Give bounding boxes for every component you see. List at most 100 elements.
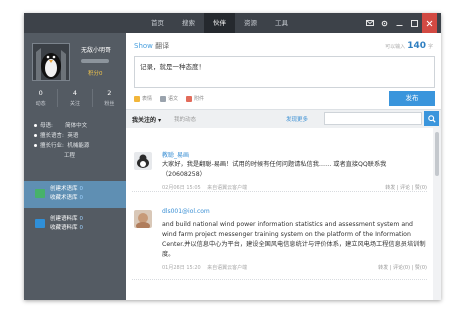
attach-tool[interactable]: 附件 [186,95,204,102]
nav-search[interactable]: 搜索 [173,13,204,33]
stat-posts-label: 动态 [35,101,46,107]
nav-partners[interactable]: 伙伴 [204,13,235,33]
text-icon [160,95,167,102]
term-library-links: 创建术语库 0 收藏术语库 0 [50,185,83,203]
stat-following[interactable]: 4 关注 [57,89,91,107]
post-text: and build national wind power informatio… [162,221,426,258]
maximize-icon[interactable] [407,13,422,33]
info-languages: 擅长语言: 英语 [34,131,89,141]
post-actions[interactable]: 转发 | 评论(0) | 赞(0) [378,264,427,271]
feed-filter-bar: 我关注的 ▾ 我的动态 发现更多 [126,109,441,129]
lib-count: 0 [79,195,84,201]
show-sub: 翻译 [155,42,170,50]
nav-resources[interactable]: 资源 [235,13,266,33]
compose-tools: 表情 语文 附件 [134,95,204,102]
username[interactable]: 无敌小明哥 [81,45,111,54]
post-textarea[interactable]: 记录，就是一种态度！ [134,56,435,88]
term-library-icon [35,189,45,198]
post-actions[interactable]: 转发 | 评论 | 赞(0) [385,184,427,191]
info-industry: 擅长行业: 机械能源 [34,141,89,151]
top-nav-bar: 首页 搜索 伙伴 资源 工具 [24,13,441,33]
search-icon [427,114,436,123]
stat-following-label: 关注 [69,101,80,107]
info-value: 机械能源 [67,143,90,149]
stat-followers-label: 粉丝 [104,101,115,107]
info-label: 擅长行业: [40,143,64,149]
corpus-library-icon [35,219,45,228]
post-author[interactable]: 教聪_易画 [162,150,189,159]
lib-label: 创建术语库 [50,186,78,192]
counter-value: 140 [407,41,426,51]
nav-home[interactable]: 首页 [142,13,173,33]
info-label: 母语: [40,123,53,129]
tool-label: 语文 [168,96,179,102]
stat-following-value: 4 [72,89,78,97]
lib-label: 收藏术语库 [50,195,78,201]
tool-label: 附件 [194,96,205,102]
post-meta: 02月06日 15:05 来自语翼云客户端 [162,184,247,191]
post-time: 01月28日 15:20 [162,265,201,271]
info-label: 擅长语言: [40,133,64,139]
stat-followers[interactable]: 2 粉丝 [91,89,126,107]
fav-corpus-library[interactable]: 收藏语料库 0 [50,224,83,233]
profile-info: 母语: 简体中文 擅长语言: 英语 擅长行业: 机械能源 工程 [34,121,89,161]
create-term-library[interactable]: 创建术语库 0 [50,185,83,194]
tab-my-posts[interactable]: 我的动态 [174,115,196,123]
info-value: 工程 [64,153,76,159]
lib-label: 创建语料库 [50,216,78,222]
profile-stats: 0 动态 4 关注 2 粉丝 [24,89,126,107]
info-value: 英语 [67,133,79,139]
tab-following[interactable]: 我关注的 ▾ [132,115,161,124]
divider [132,191,427,192]
publish-button[interactable]: 发布 [389,91,435,106]
lib-count: 0 [79,216,84,222]
counter-prefix: 可以输入 [385,44,406,50]
post-author[interactable]: dls001@iol.com [162,208,210,215]
profile-sidebar: 无敌小明哥 积分0 0 动态 4 关注 2 粉丝 母语: 简体中文 擅长语言: … [24,33,126,300]
mail-icon[interactable] [362,13,377,33]
stat-posts[interactable]: 0 动态 [24,89,57,107]
counter-suffix: 字 [427,44,433,50]
avatar[interactable] [32,43,70,81]
minimize-icon[interactable] [392,13,407,33]
divider [132,279,427,280]
show-label: Show [134,42,153,50]
corpus-library[interactable]: 创建语料库 0 收藏语料库 0 [24,211,126,238]
emoji-tool[interactable]: 表情 [134,95,152,102]
compose-title: Show 翻译 [134,41,169,51]
lib-label: 收藏语料库 [50,225,78,231]
info-value: 简体中文 [65,123,88,129]
main-nav: 首页 搜索 伙伴 资源 工具 [142,13,297,33]
post-avatar[interactable] [134,152,152,170]
nav-tools[interactable]: 工具 [266,13,297,33]
info-native-language: 母语: 简体中文 [34,121,89,131]
feed-scrollbar[interactable] [433,128,441,300]
score: 积分0 [88,71,103,77]
corpus-library-links: 创建语料库 0 收藏语料库 0 [50,215,83,233]
compose-panel: Show 翻译 可以输入 140 字 记录，就是一种态度！ 表情 语文 附件 发布 [126,33,441,109]
app-window: 首页 搜索 伙伴 资源 工具 无敌小明哥 积分0 0 动态 4 关注 2 粉丝 … [24,13,441,300]
tool-label: 表情 [142,96,153,102]
lib-count: 0 [79,186,84,192]
lib-count: 0 [79,225,84,231]
search-input[interactable] [324,112,422,125]
text-tool[interactable]: 语文 [160,95,178,102]
stat-followers-value: 2 [107,89,112,97]
discover-more-link[interactable]: 发现更多 [286,115,308,123]
post-avatar[interactable] [134,210,152,228]
char-counter: 可以输入 140 字 [385,41,433,51]
fav-term-library[interactable]: 收藏术语库 0 [50,194,83,203]
attachment-icon [186,95,193,102]
feed-list: 教聪_易画 大家好，我是翻聪-易画！试用的时候有任何问题请私信我…… 或者直接Q… [126,128,433,300]
level-badge [81,59,109,63]
stat-posts-value: 0 [38,89,43,97]
term-library[interactable]: 创建术语库 0 收藏术语库 0 [24,181,126,208]
close-icon[interactable] [422,13,437,33]
post-meta: 01月28日 15:20 来自语翼云客户端 [162,264,247,271]
search-button[interactable] [424,111,439,126]
window-controls [362,13,437,33]
scrollbar-thumb[interactable] [435,132,439,176]
gear-icon[interactable] [377,13,392,33]
create-corpus-library[interactable]: 创建语料库 0 [50,215,83,224]
post-text: 大家好，我是翻聪-易画！试用的时候有任何问题请私信我…… 或者直接QQ联系我（2… [162,161,387,178]
